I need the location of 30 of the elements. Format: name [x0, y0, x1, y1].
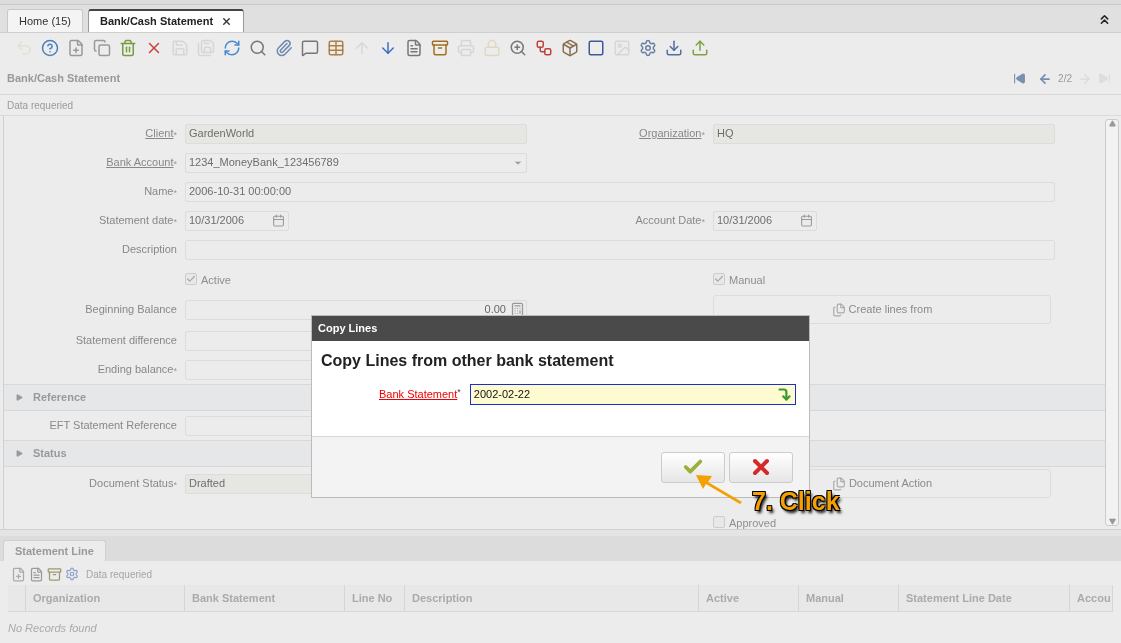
required-mark: * [173, 480, 177, 493]
required-mark: * [173, 159, 177, 172]
field-label: EFT Statement Reference [49, 418, 177, 434]
field-label: Description [121, 242, 177, 258]
checkbox-label: Active [201, 274, 231, 286]
field-label: Statement date [98, 213, 174, 229]
window-title: Bank/Cash Statement [7, 71, 121, 87]
field-label: Ending balance [97, 362, 174, 378]
field-label: Statement difference [75, 333, 177, 349]
required-mark: * [173, 217, 177, 230]
required-mark: * [173, 188, 177, 201]
required-mark: * [457, 386, 461, 400]
dialog-title-bar: Copy Lines [312, 316, 809, 341]
readonly-field: HQ [713, 123, 1055, 144]
field-label: Document Status [89, 476, 174, 492]
required-mark: * [173, 130, 177, 143]
record-position: 2/2 [1058, 72, 1072, 86]
field-label: Account Date [635, 213, 702, 229]
checkbox-label: Approved [729, 518, 777, 529]
dialog-heading: Copy Lines from other bank statement [321, 351, 615, 371]
empty-table-message: No Records found [8, 622, 97, 634]
required-mark: * [701, 130, 705, 143]
checkbox-label: Manual [729, 274, 766, 286]
required-mark: * [701, 217, 705, 230]
field-label: Beginning Balance [85, 302, 177, 318]
required-mark: * [173, 366, 177, 379]
status-message: Data requeried [7, 98, 74, 113]
readonly-field: GardenWorld [185, 123, 527, 144]
field-label: Name [144, 184, 174, 200]
status-message: Data requeried [86, 567, 153, 582]
